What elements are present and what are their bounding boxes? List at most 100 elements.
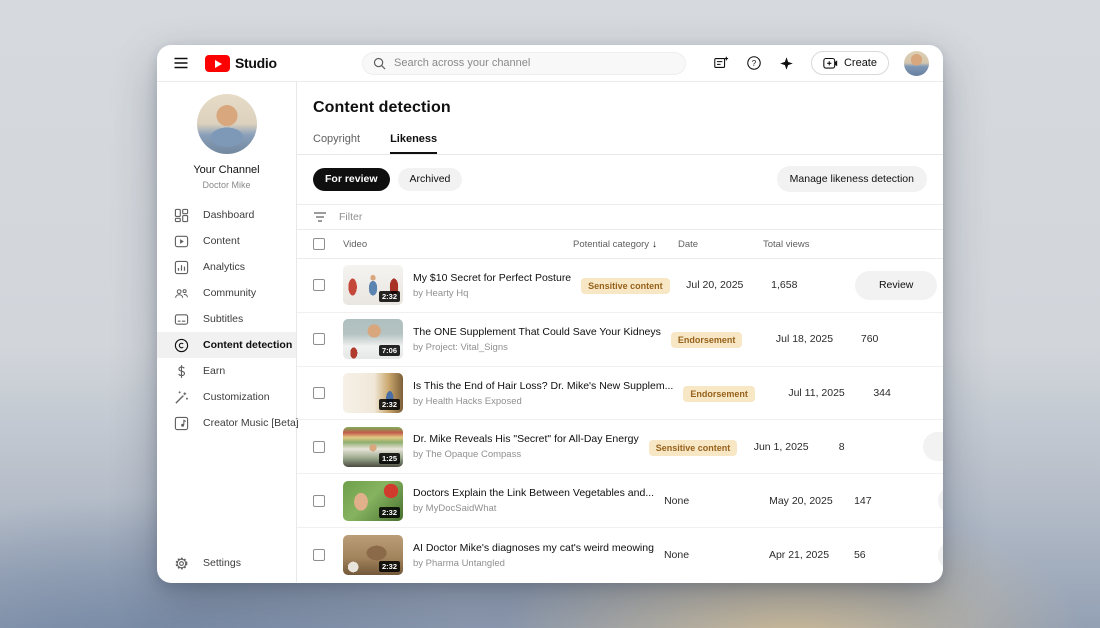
row-checkbox[interactable] bbox=[313, 387, 325, 399]
sidebar-item-analytics[interactable]: Analytics bbox=[157, 254, 296, 280]
create-button[interactable]: Create bbox=[811, 51, 889, 75]
video-thumbnail[interactable]: 2:32 bbox=[343, 535, 403, 575]
youtube-studio-logo[interactable]: Studio bbox=[205, 55, 277, 72]
chip-row: For review Archived Manage likeness dete… bbox=[297, 155, 943, 204]
feedback-icon[interactable] bbox=[712, 54, 730, 72]
category-none: None bbox=[664, 495, 769, 507]
row-checkbox[interactable] bbox=[313, 333, 325, 345]
column-header-video[interactable]: Video bbox=[343, 239, 573, 250]
sidebar-item-label: Settings bbox=[203, 557, 241, 569]
main-content: Content detection Copyright Likeness For… bbox=[297, 82, 943, 582]
menu-icon[interactable] bbox=[171, 53, 191, 73]
video-title[interactable]: Doctors Explain the Link Between Vegetab… bbox=[413, 487, 654, 499]
video-thumbnail[interactable]: 2:32 bbox=[343, 481, 403, 521]
filter-icon bbox=[313, 211, 327, 223]
channel-avatar[interactable] bbox=[197, 94, 257, 154]
gear-icon bbox=[173, 555, 189, 571]
video-thumbnail[interactable]: 7:06 bbox=[343, 319, 403, 359]
table-row[interactable]: 2:32 Is This the End of Hair Loss? Dr. M… bbox=[297, 367, 943, 421]
topbar-actions: ? Create bbox=[712, 51, 929, 76]
table-row[interactable]: 7:06 The ONE Supplement That Could Save … bbox=[297, 313, 943, 367]
content-icon bbox=[173, 233, 189, 249]
account-avatar[interactable] bbox=[904, 51, 929, 76]
video-thumbnail[interactable]: 2:32 bbox=[343, 373, 403, 413]
row-checkbox[interactable] bbox=[313, 495, 325, 507]
sparkle-icon[interactable] bbox=[778, 54, 796, 72]
filter-bar[interactable]: Filter bbox=[297, 204, 943, 230]
sidebar-item-creator-music[interactable]: Creator Music [Beta] bbox=[157, 410, 296, 436]
column-header-views[interactable]: Total views bbox=[763, 239, 833, 250]
select-all-checkbox[interactable] bbox=[313, 238, 325, 250]
chip-archived[interactable]: Archived bbox=[398, 168, 463, 191]
sidebar-item-subtitles[interactable]: Subtitles bbox=[157, 306, 296, 332]
duration-badge: 1:25 bbox=[379, 453, 400, 464]
wand-icon bbox=[173, 389, 189, 405]
video-thumbnail[interactable]: 1:25 bbox=[343, 427, 403, 467]
sidebar-item-content-detection[interactable]: Content detection bbox=[157, 332, 296, 358]
video-views: 8 bbox=[839, 441, 909, 453]
video-date: Jul 11, 2025 bbox=[788, 387, 873, 399]
duration-badge: 2:32 bbox=[379, 561, 400, 572]
search-input[interactable]: Search across your channel bbox=[362, 52, 686, 75]
video-title[interactable]: The ONE Supplement That Could Save Your … bbox=[413, 326, 661, 338]
app-body: Your Channel Doctor Mike Dashboard Conte… bbox=[157, 82, 943, 582]
channel-handle: Doctor Mike bbox=[202, 180, 250, 190]
manage-likeness-detection-button[interactable]: Manage likeness detection bbox=[777, 166, 927, 192]
video-views: 1,658 bbox=[771, 279, 841, 291]
row-checkbox[interactable] bbox=[313, 549, 325, 561]
category-badge: Sensitive content bbox=[581, 278, 670, 294]
video-author: by Health Hacks Exposed bbox=[413, 396, 673, 407]
video-title[interactable]: Dr. Mike Reveals His "Secret" for All-Da… bbox=[413, 433, 639, 445]
video-author: by Hearty Hq bbox=[413, 288, 571, 299]
video-title[interactable]: My $10 Secret for Perfect Posture bbox=[413, 272, 571, 284]
row-checkbox[interactable] bbox=[313, 441, 325, 453]
sidebar-item-label: Dashboard bbox=[203, 209, 254, 221]
chip-for-review[interactable]: For review bbox=[313, 168, 390, 191]
video-title[interactable]: Is This the End of Hair Loss? Dr. Mike's… bbox=[413, 380, 673, 392]
video-thumbnail[interactable]: 2:32 bbox=[343, 265, 403, 305]
video-views: 56 bbox=[854, 549, 924, 561]
table-row[interactable]: 1:25 Dr. Mike Reveals His "Secret" for A… bbox=[297, 420, 943, 474]
table-header: Video Potential category ↓ Date Total vi… bbox=[297, 230, 943, 258]
review-button[interactable]: Review bbox=[938, 486, 943, 515]
sidebar-item-community[interactable]: Community bbox=[157, 280, 296, 306]
sidebar-item-customization[interactable]: Customization bbox=[157, 384, 296, 410]
category-badge: Endorsement bbox=[683, 386, 755, 402]
video-views: 760 bbox=[861, 333, 931, 345]
channel-info: Your Channel Doctor Mike bbox=[157, 94, 296, 190]
analytics-icon bbox=[173, 259, 189, 275]
review-button[interactable]: Review bbox=[923, 432, 943, 461]
tab-likeness[interactable]: Likeness bbox=[390, 133, 437, 154]
video-author: by Pharma Untangled bbox=[413, 558, 654, 569]
review-button[interactable]: Review bbox=[855, 271, 937, 300]
dollar-icon bbox=[173, 363, 189, 379]
table-row[interactable]: 2:32 Doctors Explain the Link Between Ve… bbox=[297, 474, 943, 528]
tab-bar: Copyright Likeness bbox=[297, 133, 943, 155]
table-row[interactable]: 2:32 My $10 Secret for Perfect Posture b… bbox=[297, 259, 943, 313]
review-button[interactable]: Review bbox=[938, 541, 943, 570]
sidebar-item-settings[interactable]: Settings bbox=[157, 550, 296, 576]
video-views: 344 bbox=[873, 387, 943, 399]
help-icon[interactable]: ? bbox=[745, 54, 763, 72]
video-author: by MyDocSaidWhat bbox=[413, 503, 654, 514]
column-header-date[interactable]: Date bbox=[678, 239, 763, 250]
row-checkbox[interactable] bbox=[313, 279, 325, 291]
music-icon bbox=[173, 415, 189, 431]
channel-name: Your Channel bbox=[193, 164, 259, 176]
duration-badge: 2:32 bbox=[379, 399, 400, 410]
tab-copyright[interactable]: Copyright bbox=[313, 133, 360, 154]
table-row[interactable]: 2:32 AI Doctor Mike's diagnoses my cat's… bbox=[297, 528, 943, 582]
sidebar-item-label: Content bbox=[203, 235, 240, 247]
sidebar-item-dashboard[interactable]: Dashboard bbox=[157, 202, 296, 228]
sidebar-item-content[interactable]: Content bbox=[157, 228, 296, 254]
column-header-category-label: Potential category bbox=[573, 239, 649, 250]
community-icon bbox=[173, 285, 189, 301]
sidebar-item-label: Content detection bbox=[203, 339, 292, 351]
category-badge: Sensitive content bbox=[649, 440, 738, 456]
sidebar-item-label: Earn bbox=[203, 365, 225, 377]
column-header-category[interactable]: Potential category ↓ bbox=[573, 239, 678, 250]
category-badge: Endorsement bbox=[671, 332, 743, 348]
sidebar-item-earn[interactable]: Earn bbox=[157, 358, 296, 384]
video-title[interactable]: AI Doctor Mike's diagnoses my cat's weir… bbox=[413, 542, 654, 554]
video-date: Jul 20, 2025 bbox=[686, 279, 771, 291]
